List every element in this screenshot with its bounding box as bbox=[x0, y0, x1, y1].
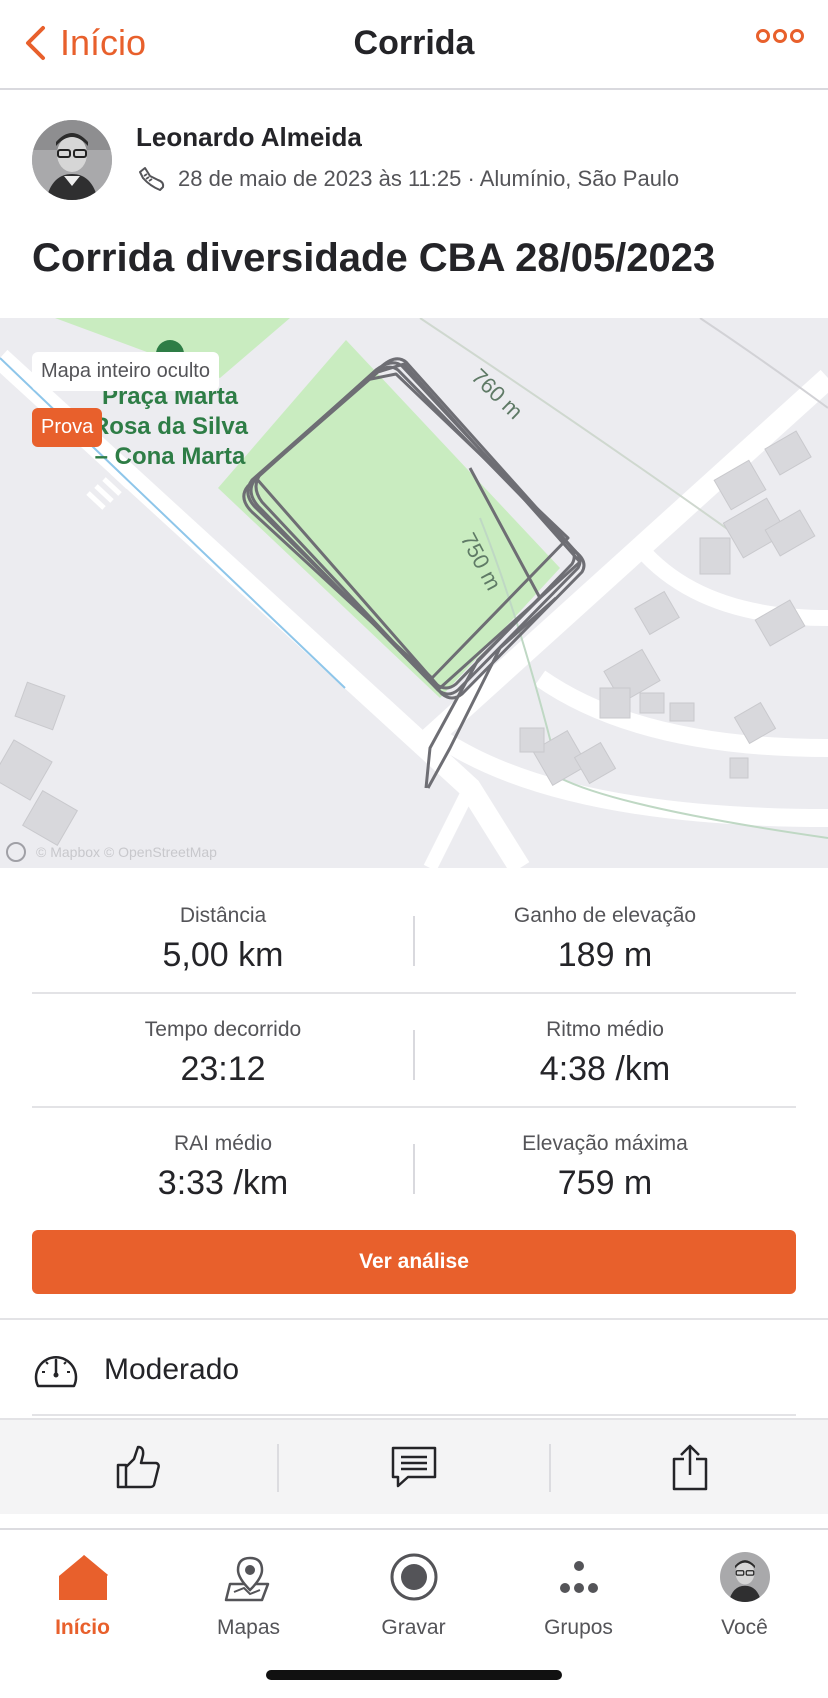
tab-label: Gravar bbox=[381, 1616, 446, 1639]
stat-gap-average: RAI médio 3:33 /km bbox=[32, 1108, 414, 1203]
comment-icon bbox=[391, 1446, 437, 1488]
activity-date-location: 28 de maio de 2023 às 11:25 · Alumínio, … bbox=[178, 166, 680, 191]
stats-row: Distância 5,00 km Ganho de elevação 189 … bbox=[32, 880, 796, 994]
avatar-photo bbox=[32, 120, 112, 200]
tab-label: Mapas bbox=[216, 1616, 281, 1639]
tab-you[interactable]: Você bbox=[662, 1540, 827, 1640]
shoe-icon bbox=[139, 167, 165, 191]
stat-elapsed-time: Tempo decorrido 23:12 bbox=[32, 994, 414, 1089]
comment-button[interactable] bbox=[276, 1420, 552, 1514]
mapbox-logo-icon bbox=[6, 842, 26, 862]
home-indicator bbox=[266, 1670, 562, 1680]
stat-label: Tempo decorrido bbox=[144, 1018, 302, 1041]
share-button[interactable] bbox=[552, 1420, 828, 1514]
share-icon bbox=[672, 1444, 708, 1491]
stats-row: RAI médio 3:33 /km Elevação máxima 759 m bbox=[32, 1108, 796, 1220]
stat-label: RAI médio bbox=[173, 1132, 273, 1155]
athlete-name[interactable]: Leonardo Almeida bbox=[136, 122, 362, 153]
tab-label: Grupos bbox=[544, 1616, 613, 1639]
divider bbox=[549, 1444, 551, 1492]
stat-value: 3:33 /km bbox=[157, 1164, 289, 1202]
social-action-bar bbox=[0, 1418, 828, 1514]
stat-value: 5,00 km bbox=[162, 936, 284, 974]
thumbs-up-icon bbox=[116, 1445, 160, 1489]
tab-maps[interactable]: Mapas bbox=[166, 1540, 331, 1640]
stat-label: Ritmo médio bbox=[546, 1018, 664, 1041]
divider bbox=[32, 1414, 796, 1416]
tab-home[interactable]: Início bbox=[0, 1540, 165, 1640]
place-label-2: Rosa da Silva bbox=[92, 413, 249, 440]
home-icon bbox=[58, 1554, 108, 1600]
map-attribution[interactable]: © Mapbox © OpenStreetMap bbox=[6, 842, 217, 862]
athlete-avatar[interactable] bbox=[32, 120, 112, 200]
page-title: Corrida bbox=[353, 24, 475, 62]
kudos-button[interactable] bbox=[0, 1420, 276, 1514]
stat-label: Distância bbox=[179, 904, 267, 927]
stat-elevation-gain: Ganho de elevação 189 m bbox=[414, 880, 796, 975]
stat-value: 4:38 /km bbox=[539, 1050, 671, 1088]
stat-average-pace: Ritmo médio 4:38 /km bbox=[414, 994, 796, 1089]
stat-distance: Distância 5,00 km bbox=[32, 880, 414, 975]
more-horizontal-icon bbox=[756, 29, 804, 43]
stats-row: Tempo decorrido 23:12 Ritmo médio 4:38 /… bbox=[32, 994, 796, 1108]
perceived-effort-row[interactable]: Moderado bbox=[32, 1348, 239, 1392]
place-label-3: – Cona Marta bbox=[95, 443, 246, 470]
map-canvas: Praça Marta Rosa da Silva – Cona Marta 7… bbox=[0, 318, 828, 868]
tab-record[interactable]: Gravar bbox=[331, 1540, 496, 1640]
stats-grid: Distância 5,00 km Ganho de elevação 189 … bbox=[32, 880, 796, 1220]
stat-label: Ganho de elevação bbox=[513, 904, 697, 927]
avatar bbox=[719, 1552, 770, 1602]
tab-label: Início bbox=[55, 1616, 110, 1639]
attribution-text: © Mapbox © OpenStreetMap bbox=[36, 844, 217, 860]
activity-title: Corrida diversidade CBA 28/05/2023 bbox=[32, 236, 716, 280]
tab-label: Você bbox=[721, 1616, 768, 1639]
top-nav-bar: Início Corrida bbox=[0, 0, 828, 90]
groups-icon bbox=[559, 1561, 598, 1593]
more-options-button[interactable] bbox=[756, 28, 804, 49]
stat-max-elevation: Elevação máxima 759 m bbox=[414, 1108, 796, 1203]
tab-groups[interactable]: Grupos bbox=[496, 1540, 661, 1640]
view-analysis-button[interactable]: Ver análise bbox=[32, 1230, 796, 1294]
stat-value: 759 m bbox=[557, 1164, 653, 1202]
stat-value: 189 m bbox=[557, 936, 653, 974]
effort-label: Moderado bbox=[104, 1353, 240, 1386]
stat-value: 23:12 bbox=[180, 1050, 266, 1088]
record-icon bbox=[390, 1553, 437, 1601]
stat-label: Elevação máxima bbox=[522, 1132, 688, 1155]
route-map[interactable]: Praça Marta Rosa da Silva – Cona Marta 7… bbox=[0, 318, 828, 868]
map-pin-icon bbox=[224, 1556, 269, 1602]
activity-meta: 28 de maio de 2023 às 11:25 · Alumínio, … bbox=[136, 164, 679, 194]
race-badge: Prova bbox=[32, 408, 103, 447]
map-hidden-badge: Mapa inteiro oculto bbox=[32, 352, 219, 391]
divider bbox=[0, 1318, 828, 1320]
gauge-icon bbox=[34, 1356, 78, 1388]
